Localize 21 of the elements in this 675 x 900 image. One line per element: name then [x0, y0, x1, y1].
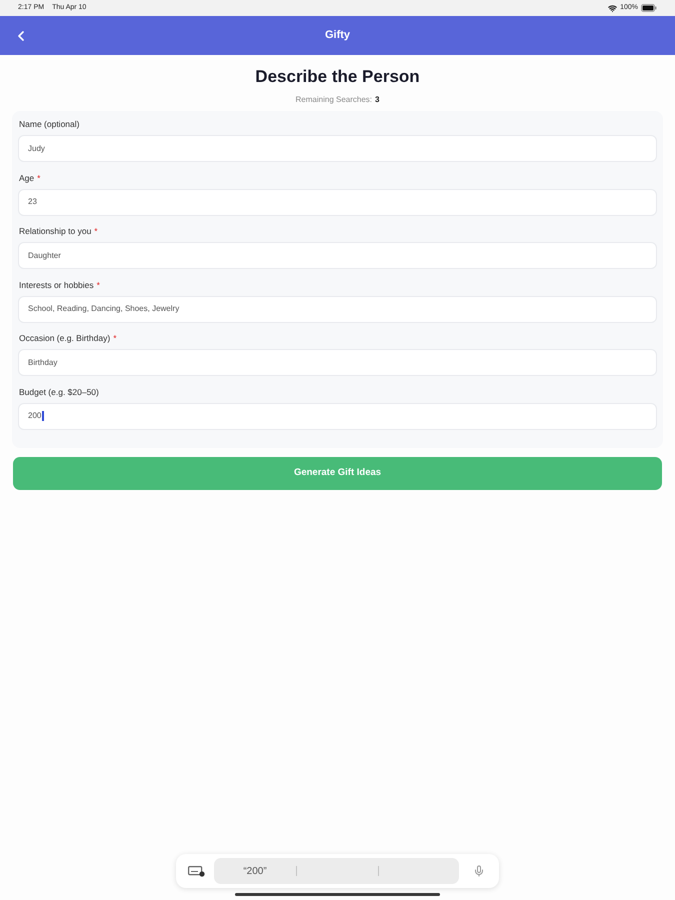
remaining-count: 3: [375, 95, 380, 105]
field-label: Relationship to you *: [19, 226, 98, 238]
text-input[interactable]: Judy: [18, 135, 657, 162]
field-label: Budget (e.g. $20–50): [19, 386, 99, 398]
page-heading: Describe the Person: [255, 67, 420, 87]
field-label: Interests or hobbies *: [19, 280, 100, 291]
microphone-icon[interactable]: [473, 865, 485, 877]
text-input[interactable]: School, Reading, Dancing, Shoes, Jewelry: [18, 296, 657, 323]
remaining-label: Remaining Searches:: [296, 95, 372, 105]
keyboard-icon[interactable]: [188, 866, 205, 876]
text-input[interactable]: 23: [18, 188, 657, 216]
text-input[interactable]: Daughter: [18, 242, 657, 270]
wifi-icon: [608, 4, 618, 12]
field-label: Age *: [19, 172, 40, 184]
battery-icon: [641, 4, 657, 12]
text-input[interactable]: Birthday: [18, 349, 657, 376]
suggestion[interactable]: “200”: [214, 864, 296, 878]
field-label: Occasion (e.g. Birthday) *: [19, 333, 116, 344]
text-input[interactable]: 200: [18, 402, 657, 430]
field-label: Name (optional): [19, 119, 80, 130]
nav-title: Gifty: [324, 28, 350, 44]
